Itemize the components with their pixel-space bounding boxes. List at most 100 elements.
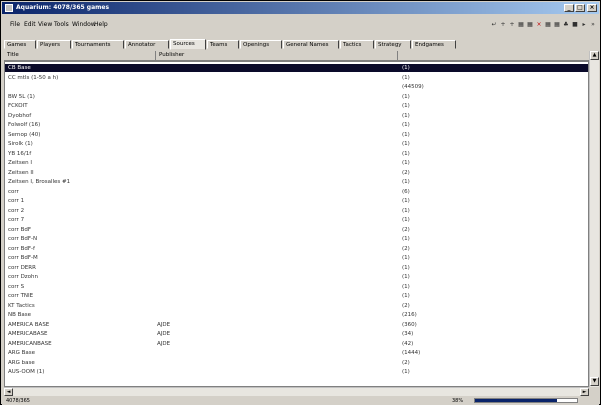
list-item[interactable]: corr TNIE (1) (5, 292, 588, 300)
source-title: corr BdF-N (8, 236, 38, 242)
source-count: (1) (402, 264, 410, 271)
tab-games[interactable]: Games (4, 40, 36, 49)
list-item[interactable]: NB Base (216) (5, 311, 588, 319)
tab-openings[interactable]: Openings (240, 40, 282, 49)
source-count: (1) (402, 369, 410, 375)
tab-sources[interactable]: Sources (170, 39, 206, 50)
source-title: CB Base (8, 65, 31, 71)
board-icon[interactable]: ▦ (526, 21, 534, 29)
play-icon[interactable]: ▸ (580, 21, 588, 29)
list-item[interactable]: Folwolf (16) (1) (5, 121, 588, 129)
tab-strategy[interactable]: Strategy (375, 40, 411, 49)
source-title: Sernop (40) (8, 131, 41, 138)
list-item[interactable]: Zeitsen I, Brosalles #1 (1) (5, 178, 588, 186)
menu-tools[interactable]: Tools (54, 21, 69, 28)
close-button[interactable]: × (587, 4, 597, 12)
source-title: Folwolf (16) (8, 122, 41, 128)
source-title: KT Tactics (8, 302, 35, 309)
tab-annotator[interactable]: Annotator (125, 40, 169, 49)
list-item[interactable]: AMERICABASE AJDE (34) (5, 330, 588, 338)
source-publisher: AJDE (157, 321, 171, 328)
menu-window[interactable]: Window (72, 21, 96, 28)
list-item[interactable]: corr 7 (1) (5, 216, 588, 224)
plus-icon[interactable]: + (508, 21, 516, 29)
tab-tactics[interactable]: Tactics (340, 40, 374, 49)
list-item[interactable]: CC mtls (1-50 a h) (1) (5, 74, 588, 82)
source-count: (44509) (402, 84, 424, 90)
source-title: corr S (8, 283, 25, 290)
board-icon[interactable]: ▦ (517, 21, 525, 29)
more-icon[interactable]: » (589, 21, 597, 29)
list-item[interactable]: corr 2 (1) (5, 207, 588, 215)
list-item[interactable]: CB Base (1) (5, 64, 588, 72)
source-title: Zeitsen I (8, 160, 32, 166)
list-item[interactable]: BW 5L (1) (1) (5, 93, 588, 101)
close-icon[interactable]: × (535, 21, 543, 29)
list-item[interactable]: KT Tactics (2) (5, 302, 588, 310)
list-item[interactable]: corr BdF-N (1) (5, 235, 588, 243)
list-item[interactable]: Sirolk (1) (1) (5, 140, 588, 148)
sources-list[interactable]: CB Base (1) CC mtls (1-50 a h) (1) (44509) BW… (4, 61, 589, 387)
app-icon[interactable] (5, 4, 13, 12)
list-item[interactable]: Dyobhof (1) (5, 112, 588, 120)
source-count: (1) (402, 236, 410, 242)
tab-tournaments[interactable]: Tournaments (72, 40, 124, 49)
list-item[interactable]: Sernop (40) (1) (5, 131, 588, 139)
list-item[interactable]: corr BdF (2) (5, 226, 588, 234)
tab-endgames[interactable]: Endgames (412, 40, 456, 49)
list-item[interactable]: Zeitsen I (1) (5, 159, 588, 167)
list-item[interactable]: AUS-OOM (1) (1) (5, 368, 588, 376)
minimize-button[interactable]: _ (564, 4, 574, 12)
scroll-left-icon[interactable]: ◄ (4, 388, 13, 396)
column-header-count[interactable] (398, 51, 589, 60)
board-icon[interactable]: ▦ (553, 21, 561, 29)
tree-icon[interactable]: ♣ (562, 21, 570, 29)
menu-view[interactable]: View (38, 21, 52, 28)
window-title: Aquarium: 4078/365 games (16, 4, 110, 11)
list-item[interactable]: corr BdF-f (2) (5, 245, 588, 253)
list-item[interactable]: corr DERR (1) (5, 264, 588, 272)
source-title: corr TNIE (8, 293, 34, 299)
menu-help[interactable]: Help (94, 21, 108, 28)
scroll-up-icon[interactable]: ▲ (590, 51, 599, 60)
list-item[interactable]: FCKOIT (1) (5, 102, 588, 110)
source-count: (42) (402, 340, 414, 347)
list-item[interactable]: corr S (1) (5, 283, 588, 291)
maximize-button[interactable]: □ (575, 4, 585, 12)
list-item[interactable]: corr BdF-M (1) (5, 254, 588, 262)
arrow-icon[interactable]: ↵ (490, 21, 498, 29)
plus-icon[interactable]: + (499, 21, 507, 29)
list-item[interactable]: ARG Base (1444) (5, 349, 588, 357)
scroll-down-icon[interactable]: ▼ (590, 377, 599, 386)
source-count: (1) (402, 283, 410, 290)
list-item[interactable]: YB 16/1f (1) (5, 150, 588, 158)
column-headers: Title Publisher (4, 51, 589, 61)
tab-teams[interactable]: Teams (207, 40, 239, 49)
tab-players[interactable]: Players (37, 40, 71, 49)
source-count: (1) (402, 74, 410, 81)
source-title: FCKOIT (8, 103, 28, 109)
source-title: BW 5L (1) (8, 93, 35, 100)
list-item[interactable]: AMERICA BASE AJDE (360) (5, 321, 588, 329)
board-icon[interactable]: ▦ (544, 21, 552, 29)
scroll-right-icon[interactable]: ► (580, 388, 589, 396)
source-count: (1) (402, 160, 410, 166)
list-item[interactable]: corr 1 (1) (5, 197, 588, 205)
vertical-scrollbar[interactable]: ▲ ▼ (589, 51, 599, 387)
status-game-count: 4078/365 (6, 398, 30, 404)
source-title: Zeitsen II (8, 169, 34, 176)
menu-edit[interactable]: Edit (24, 21, 36, 28)
source-count: (1) (402, 293, 410, 299)
horizontal-scrollbar[interactable]: ◄ ► (4, 387, 589, 396)
tab-general-names[interactable]: General Names (283, 40, 339, 49)
menu-file[interactable]: File (10, 21, 20, 28)
list-item[interactable]: ARG base (2) (5, 359, 588, 367)
list-item[interactable]: corr Dzohn (1) (5, 273, 588, 281)
list-item[interactable]: AMERICANBASE AJDE (42) (5, 340, 588, 348)
book-icon[interactable]: ■ (571, 21, 579, 29)
list-item[interactable]: (44509) (5, 83, 588, 91)
column-header-publisher[interactable]: Publisher (156, 51, 398, 60)
list-item[interactable]: Zeitsen II (2) (5, 169, 588, 177)
list-item[interactable]: corr (6) (5, 188, 588, 196)
column-header-title[interactable]: Title (4, 51, 156, 60)
